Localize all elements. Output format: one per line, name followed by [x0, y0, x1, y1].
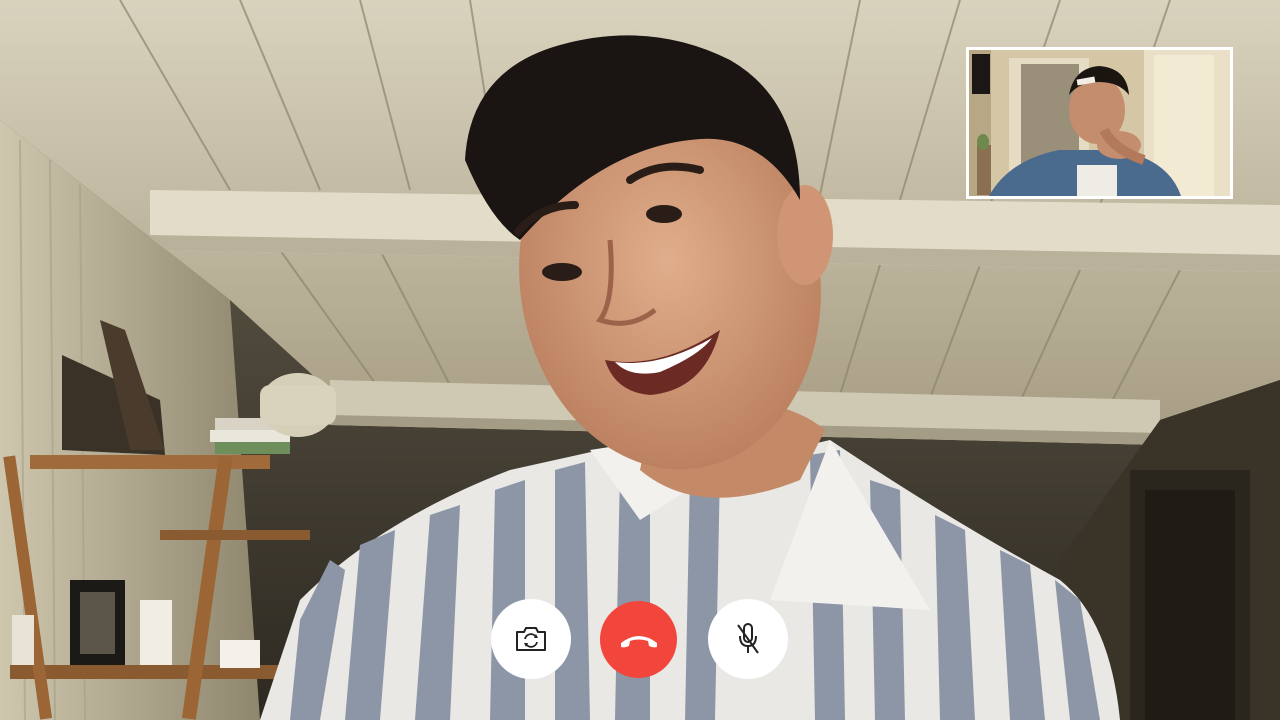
camera-flip-icon [514, 626, 548, 652]
microphone-mute-icon [735, 622, 761, 656]
end-call-button[interactable] [600, 601, 677, 678]
call-controls [491, 599, 789, 679]
mute-button[interactable] [708, 599, 788, 679]
video-call-screen [0, 0, 1280, 720]
self-view-image [969, 50, 1230, 196]
phone-hangup-icon [619, 631, 659, 649]
self-view-preview[interactable] [966, 47, 1233, 199]
flip-camera-button[interactable] [491, 599, 571, 679]
